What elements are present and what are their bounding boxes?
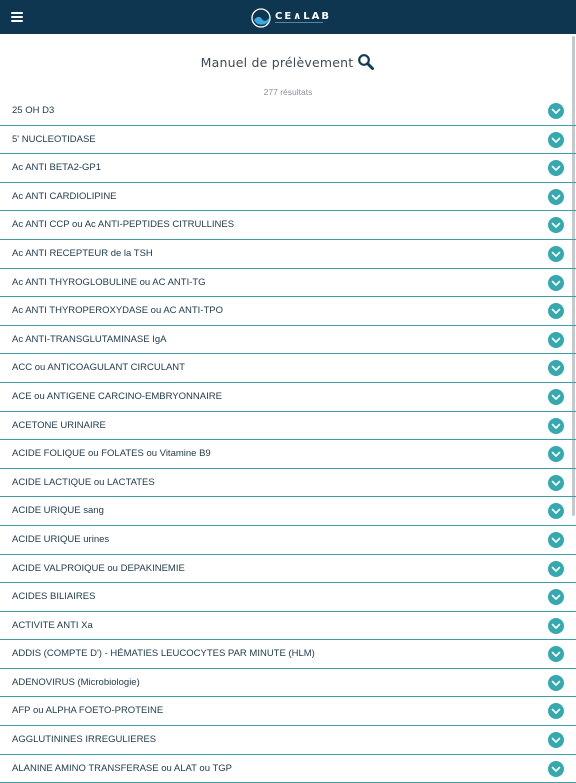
list-item[interactable]: AGGLUTININES IRREGULIERES [0,726,576,755]
list-item[interactable]: ACETONE URINAIRE [0,412,576,441]
list-item-label: ALANINE AMINO TRANSFERASE ou ALAT ou TGP [12,762,232,774]
list-item-label: AFP ou ALPHA FOETO-PROTEINE [12,705,164,717]
chevron-down-icon[interactable] [548,531,564,548]
brand-name: CE∧LAB [275,10,332,22]
list-item[interactable]: Ac ANTI THYROGLOBULINE ou AC ANTI-TG [0,269,576,298]
brand-tagline-line [275,22,323,23]
page-title: Manuel de prélèvement [200,54,354,70]
chevron-down-icon[interactable] [548,646,564,663]
chevron-down-icon[interactable] [548,103,564,119]
list-item[interactable]: ACC ou ANTICOAGULANT CIRCULANT [0,354,576,383]
chevron-down-icon[interactable] [548,732,564,749]
list-item-label: ACIDE URIQUE urines [12,533,110,545]
list-item[interactable]: 25 OH D3 [0,97,576,126]
chevron-down-icon[interactable] [548,245,564,262]
list-item-label: ACTIVITE ANTI Xa [12,619,93,631]
list-item[interactable]: ACTIVITE ANTI Xa [0,612,576,641]
chevron-down-icon[interactable] [548,331,564,348]
list-item[interactable]: ADDIS (COMPTE D') - HÉMATIES LEUCOCYTES … [0,640,576,669]
chevron-down-icon[interactable] [548,446,564,463]
list-item[interactable]: Ac ANTI THYROPEROXYDASE ou AC ANTI-TPO [0,297,576,326]
search-icon[interactable] [357,53,375,71]
list-item[interactable]: ADENOVIRUS (Microbiologie) [0,669,576,698]
list-item[interactable]: ACIDES BILIAIRES [0,583,576,612]
chevron-down-icon[interactable] [548,589,564,606]
top-navigation-bar: CE∧LAB [0,0,576,34]
list-item-label: 25 OH D3 [12,105,55,116]
list-item-label: Ac ANTI THYROGLOBULINE ou AC ANTI-TG [12,276,206,288]
chevron-down-icon[interactable] [548,160,564,177]
list-item[interactable]: Ac ANTI RECEPTEUR de la TSH [0,240,576,269]
chevron-down-icon[interactable] [548,274,564,291]
hamburger-menu-icon[interactable] [9,9,25,25]
list-item[interactable]: ALANINE AMINO TRANSFERASE ou ALAT ou TGP [0,755,576,783]
chevron-down-icon[interactable] [548,131,564,148]
wave-circle-logo-icon [251,8,271,28]
list-item-label: Ac ANTI CCP ou Ac ANTI-PEPTIDES CITRULLI… [12,219,235,231]
list-item-label: Ac ANTI-TRANSGLUTAMINASE IgA [12,333,167,345]
chevron-down-icon[interactable] [548,560,564,577]
list-item-label: ACC ou ANTICOAGULANT CIRCULANT [12,362,185,374]
list-item[interactable]: ACIDE FOLIQUE ou FOLATES ou Vitamine B9 [0,440,576,469]
chevron-down-icon[interactable] [548,617,564,634]
list-item-label: ACIDE LACTIQUE ou LACTATES [12,476,155,488]
list-item[interactable]: AFP ou ALPHA FOETO-PROTEINE [0,697,576,727]
chevron-down-icon[interactable] [548,188,564,205]
chevron-down-icon[interactable] [548,417,564,434]
list-item-label: 5' NUCLEOTIDASE [12,133,96,145]
list-item-label: Ac ANTI RECEPTEUR de la TSH [12,247,153,259]
list-item[interactable]: Ac ANTI-TRANSGLUTAMINASE IgA [0,326,576,355]
chevron-down-icon[interactable] [548,760,564,777]
list-item[interactable]: ACIDE LACTIQUE ou LACTATES [0,469,576,498]
list-item-label: ADDIS (COMPTE D') - HÉMATIES LEUCOCYTES … [12,648,315,660]
list-item[interactable]: Ac ANTI CARDIOLIPINE [0,183,576,212]
list-item[interactable]: Ac ANTI BETA2-GP1 [0,154,576,183]
chevron-down-icon[interactable] [548,703,564,720]
list-item-label: ACETONE URINAIRE [12,419,106,431]
list-item[interactable]: ACIDE VALPROIQUE ou DEPAKINEMIE [0,555,576,584]
chevron-down-icon[interactable] [548,503,564,520]
list-item-label: AGGLUTININES IRREGULIERES [12,734,157,746]
list-item-label: ACIDES BILIAIRES [12,591,96,603]
chevron-down-icon[interactable] [548,388,564,405]
page-header: Manuel de prélèvement [0,50,576,74]
chevron-down-icon[interactable] [548,303,564,320]
list-item-label: ACE ou ANTIGENE CARCINO-EMBRYONNAIRE [12,390,222,402]
list-item[interactable]: ACIDE URIQUE sang [0,497,576,526]
list-item[interactable]: ACIDE URIQUE urines [0,526,576,555]
chevron-down-icon[interactable] [548,217,564,234]
chevron-down-icon[interactable] [548,360,564,377]
list-item[interactable]: ACE ou ANTIGENE CARCINO-EMBRYONNAIRE [0,383,576,412]
chevron-down-icon[interactable] [548,674,564,691]
list-item-label: ADENOVIRUS (Microbiologie) [12,676,140,688]
list-item-label: Ac ANTI THYROPEROXYDASE ou AC ANTI-TPO [12,305,223,317]
list-item-label: Ac ANTI CARDIOLIPINE [12,190,117,202]
list-item-label: ACIDE URIQUE sang [12,505,104,517]
list-item-label: Ac ANTI BETA2-GP1 [12,162,102,174]
list-item[interactable]: 5' NUCLEOTIDASE [0,126,576,155]
analysis-list: 25 OH D3 5' NUCLEOTIDASE Ac ANTI BETA2-GP1… [0,97,576,783]
list-item-label: ACIDE FOLIQUE ou FOLATES ou Vitamine B9 [12,448,211,460]
result-count: 277 résultats [263,87,313,97]
list-item-label: ACIDE VALPROIQUE ou DEPAKINEMIE [12,562,185,574]
app-logo[interactable]: CE∧LAB [251,8,331,28]
list-item[interactable]: Ac ANTI CCP ou Ac ANTI-PEPTIDES CITRULLI… [0,211,576,240]
chevron-down-icon[interactable] [548,474,564,491]
